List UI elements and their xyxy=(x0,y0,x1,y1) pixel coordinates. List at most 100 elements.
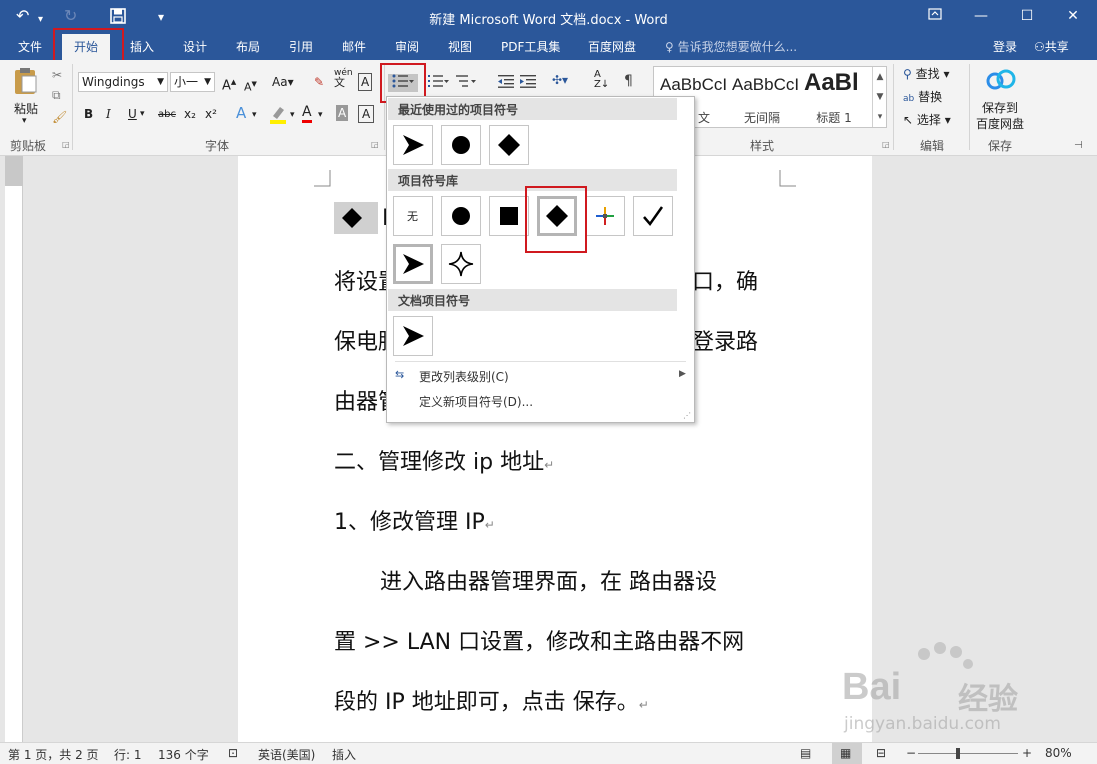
document-bullets-header: 文档项目符号 xyxy=(388,289,677,311)
bullet-filled-circle[interactable] xyxy=(441,196,481,236)
multilevel-list-button[interactable] xyxy=(456,74,478,92)
selected-bullet[interactable] xyxy=(334,202,378,234)
bullet-checkmark[interactable] xyxy=(633,196,673,236)
tab-insert[interactable]: 插入 xyxy=(130,38,154,56)
replace-button[interactable]: ab 替换 xyxy=(903,89,942,107)
phonetic-guide-button[interactable]: wén 文 xyxy=(334,68,353,89)
style-preview: AaBbCcI xyxy=(660,75,728,94)
font-color-dropdown-icon[interactable]: ▾ xyxy=(318,107,323,123)
font-color-button[interactable]: A xyxy=(302,104,312,123)
paste-dropdown-icon[interactable]: ▾ xyxy=(22,116,27,126)
tab-design[interactable]: 设计 xyxy=(183,38,207,56)
minimize-icon[interactable]: — xyxy=(966,5,996,27)
shrink-font-button[interactable]: A▼ xyxy=(244,76,257,96)
line-number: 行: 1 xyxy=(114,748,142,762)
grow-font-button[interactable]: A▲ xyxy=(222,74,236,94)
font-name-select[interactable]: Wingdings ▼ xyxy=(78,72,168,92)
text-effects-button[interactable]: A xyxy=(236,105,246,121)
bullet-four-color-diamond[interactable] xyxy=(585,196,625,236)
tab-mailings[interactable]: 邮件 xyxy=(342,38,366,56)
change-list-level-item[interactable]: 更改列表级别(C) xyxy=(419,368,509,385)
none-label: 无 xyxy=(407,210,418,223)
font-launcher-icon[interactable]: ◲ xyxy=(371,140,379,149)
close-icon[interactable]: ✕ xyxy=(1058,5,1088,27)
print-layout-icon[interactable]: ▦ xyxy=(832,743,862,764)
enclose-characters-button[interactable]: A xyxy=(358,73,373,91)
zoom-out-button[interactable]: − xyxy=(906,746,916,760)
bold-button[interactable]: B xyxy=(84,106,93,122)
resize-grip-icon[interactable]: ⋰ xyxy=(683,411,691,420)
italic-button[interactable]: I xyxy=(106,106,111,122)
paste-button[interactable]: 粘贴 xyxy=(14,100,38,117)
divider xyxy=(893,64,894,150)
sort-icon[interactable]: A Z↓ xyxy=(594,70,609,90)
save-to-baidu-button[interactable]: 保存到 百度网盘 xyxy=(976,100,1024,132)
highlight-diamond-bullet xyxy=(525,186,587,253)
bullet-four-point-star[interactable] xyxy=(441,244,481,284)
clipboard-launcher-icon[interactable]: ◲ xyxy=(62,140,70,149)
zoom-slider[interactable] xyxy=(918,753,1018,754)
highlight-dropdown-icon[interactable]: ▾ xyxy=(290,107,295,123)
tab-baidu-netdisk[interactable]: 百度网盘 xyxy=(588,38,636,56)
tab-view[interactable]: 视图 xyxy=(448,38,472,56)
title-bar: ↶ ▾ ↻ ▾ 新建 Microsoft Word 文档.docx - Word… xyxy=(0,0,1097,34)
format-painter-icon[interactable]: 🖌 xyxy=(52,110,67,124)
web-layout-icon[interactable]: ⊟ xyxy=(876,746,886,760)
tab-pdf-tools[interactable]: PDF工具集 xyxy=(501,38,560,56)
page-count[interactable]: 第 1 页，共 2 页 xyxy=(8,746,99,763)
maximize-icon[interactable]: ☐ xyxy=(1012,5,1042,27)
insert-mode[interactable]: 插入 xyxy=(332,746,356,763)
show-formatting-marks-icon[interactable]: ¶ xyxy=(624,73,633,89)
select-button[interactable]: ↖ 选择 ▾ xyxy=(903,112,951,128)
pin-ribbon-icon[interactable]: ⊣ xyxy=(1074,140,1083,151)
numbering-button[interactable] xyxy=(428,74,450,92)
bullet-diamond[interactable] xyxy=(489,125,529,165)
styles-scroll[interactable]: ▲ ▼ ▾ xyxy=(872,67,887,127)
zoom-in-button[interactable]: + xyxy=(1022,746,1032,760)
decrease-indent-icon[interactable] xyxy=(498,74,516,92)
bullet-arrowhead[interactable] xyxy=(393,316,433,356)
tab-file[interactable]: 文件 xyxy=(18,38,42,56)
change-case-button[interactable]: Aa▾ xyxy=(272,74,294,90)
styles-launcher-icon[interactable]: ◲ xyxy=(882,140,890,149)
tab-layout[interactable]: 布局 xyxy=(236,38,260,56)
tab-review[interactable]: 审阅 xyxy=(395,38,419,56)
subscript-button[interactable]: x₂ xyxy=(184,106,196,122)
proofing-icon[interactable]: ⊡ xyxy=(228,746,238,760)
font-size-value: 小一 xyxy=(174,75,199,89)
superscript-button[interactable]: x² xyxy=(205,106,217,122)
chinese-layout-icon[interactable]: ✣▾ xyxy=(552,72,568,88)
bullet-none[interactable]: 无 xyxy=(393,196,433,236)
search-icon: ⚲ xyxy=(903,67,912,81)
underline-dropdown-icon[interactable]: ▾ xyxy=(140,106,145,122)
zoom-level[interactable]: 80% xyxy=(1045,746,1072,760)
style-heading-1[interactable]: AaBl 标题 1 xyxy=(798,67,870,127)
sign-in-link[interactable]: 登录 xyxy=(993,38,1017,56)
copy-icon[interactable]: ⧉ xyxy=(52,88,61,103)
bullet-filled-circle[interactable] xyxy=(441,125,481,165)
style-no-spacing[interactable]: AaBbCcI 无间隔 xyxy=(726,67,799,127)
character-shading-button[interactable]: A xyxy=(336,105,349,121)
language[interactable]: 英语(美国) xyxy=(258,746,315,763)
ribbon-display-options-icon[interactable] xyxy=(920,5,950,27)
read-mode-icon[interactable]: ▤ xyxy=(800,746,811,760)
bullet-arrowhead[interactable] xyxy=(393,125,433,165)
cut-icon[interactable]: ✂ xyxy=(52,68,62,82)
define-new-bullet-item[interactable]: 定义新项目符号(D)... xyxy=(419,393,533,410)
tab-references[interactable]: 引用 xyxy=(289,38,313,56)
font-size-select[interactable]: 小一 ▼ xyxy=(170,72,215,92)
bullet-arrowhead[interactable] xyxy=(393,244,433,284)
text-effects-dropdown-icon[interactable]: ▾ xyxy=(252,107,257,123)
character-border-button[interactable]: A xyxy=(358,105,375,123)
highlight-color-button[interactable] xyxy=(268,104,288,128)
increase-indent-icon[interactable] xyxy=(520,74,538,92)
zoom-slider-thumb[interactable] xyxy=(956,748,960,759)
strikethrough-button[interactable]: abc xyxy=(158,107,176,123)
share-button[interactable]: ⚇共享 xyxy=(1034,38,1069,56)
find-button[interactable]: ⚲ 查找 ▾ xyxy=(903,66,949,82)
underline-button[interactable]: U xyxy=(128,106,137,122)
word-count[interactable]: 136 个字 xyxy=(158,746,209,763)
clear-formatting-icon[interactable]: ✎ xyxy=(314,74,324,90)
tell-me-search[interactable]: ♀ 告诉我您想要做什么... xyxy=(665,38,797,55)
bullet-filled-square[interactable] xyxy=(489,196,529,236)
